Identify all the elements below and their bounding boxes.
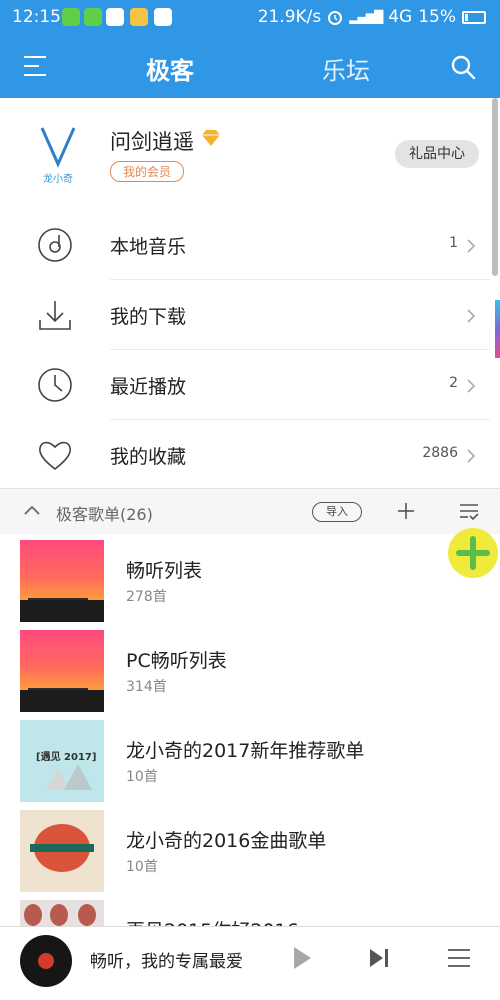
playlist-name: 龙小奇的2016金曲歌单 xyxy=(126,830,327,852)
chevron-right-icon xyxy=(467,309,476,323)
signal-icon: ▂▄▆█ xyxy=(349,10,383,24)
menu-item-local-music[interactable]: 本地音乐 1 xyxy=(0,210,490,280)
scrollbar[interactable] xyxy=(492,98,498,276)
chevron-up-icon[interactable] xyxy=(24,505,40,515)
playlist-section-title: 极客歌单(26) xyxy=(56,505,153,524)
menu-count: 2 xyxy=(449,375,458,391)
qq-icon xyxy=(154,8,172,26)
menu-icon[interactable] xyxy=(24,56,48,78)
playlist-list: 畅听列表 278首 PC畅听列表 314首 [遇见 2017] 龙小奇的2017… xyxy=(0,534,500,984)
edge-drawer-handle[interactable] xyxy=(495,300,500,358)
network-type: 4G xyxy=(388,7,413,27)
tab-forum[interactable]: 乐坛 xyxy=(322,51,370,86)
menu-item-downloads[interactable]: 我的下载 xyxy=(0,280,490,350)
menu-list: 本地音乐 1 我的下载 最近播放 2 我的收藏 2886 xyxy=(0,210,490,490)
status-bar: 12:15 21.9K/s ▂▄▆█ 4G 15% xyxy=(0,0,500,36)
playlist-count: 314首 xyxy=(126,679,167,695)
playlist-name: PC畅听列表 xyxy=(126,650,227,672)
playlist-name: 畅听列表 xyxy=(126,560,203,582)
menu-label: 本地音乐 xyxy=(110,236,187,258)
download-icon xyxy=(39,301,71,330)
clock-icon xyxy=(38,368,72,402)
menu-count: 2886 xyxy=(422,445,458,461)
chevron-right-icon xyxy=(467,379,476,393)
sort-list-icon[interactable] xyxy=(458,502,480,522)
playlist-count: 10首 xyxy=(126,769,158,785)
playlist-count: 278首 xyxy=(126,589,167,605)
playlist-name: 龙小奇的2017新年推荐歌单 xyxy=(126,740,365,762)
playlist-header: 极客歌单(26) 导入 xyxy=(0,488,500,534)
chevron-right-icon xyxy=(467,449,476,463)
sync-icon xyxy=(84,8,102,26)
network-speed: 21.9K/s xyxy=(257,7,322,27)
logo-icon xyxy=(40,127,76,168)
app-notification-icon xyxy=(130,8,148,26)
menu-count: 1 xyxy=(449,235,458,251)
alarm-icon xyxy=(328,11,343,25)
plus-icon[interactable] xyxy=(396,501,416,521)
import-button[interactable]: 导入 xyxy=(312,502,362,522)
profile-card[interactable]: 龙小奇 问剑逍遥 我的会员 礼品中心 xyxy=(0,98,490,210)
playlist-item[interactable]: PC畅听列表 314首 xyxy=(0,624,500,714)
avatar-caption: 龙小奇 xyxy=(43,174,73,185)
menu-label: 我的下载 xyxy=(110,306,187,328)
playlist-item[interactable]: [遇见 2017] 龙小奇的2017新年推荐歌单 10首 xyxy=(0,714,500,804)
search-icon[interactable] xyxy=(450,54,476,80)
playlist-queue-icon[interactable] xyxy=(446,945,472,971)
heart-icon xyxy=(39,441,71,471)
member-badge[interactable]: 我的会员 xyxy=(110,161,185,182)
disc-icon xyxy=(38,228,72,262)
mini-player[interactable]: 畅听，我的专属最爱 xyxy=(0,926,500,1000)
playlist-cover: [遇见 2017] xyxy=(20,720,104,802)
username: 问剑逍遥 xyxy=(110,130,194,154)
menu-item-favorites[interactable]: 我的收藏 2886 xyxy=(0,420,490,490)
now-playing-title: 畅听，我的专属最爱 xyxy=(90,952,243,972)
playlist-cover xyxy=(20,630,104,712)
add-playlist-fab[interactable] xyxy=(448,528,498,578)
playlist-cover xyxy=(20,540,104,622)
tab-geek[interactable]: 极客 xyxy=(146,51,194,86)
playlist-item[interactable]: 龙小奇的2016金曲歌单 10首 xyxy=(0,804,500,894)
cover-text: [遇见 2017] xyxy=(36,752,97,763)
play-icon[interactable] xyxy=(294,947,311,969)
status-right: 21.9K/s ▂▄▆█ 4G 15% xyxy=(258,7,486,27)
qq-icon xyxy=(106,8,124,26)
battery-icon xyxy=(462,10,486,24)
gift-center-button[interactable]: 礼品中心 xyxy=(395,140,479,168)
menu-label: 最近播放 xyxy=(110,376,187,398)
playlist-cover xyxy=(20,810,104,892)
menu-label: 我的收藏 xyxy=(110,446,187,468)
avatar[interactable]: 龙小奇 xyxy=(34,124,82,186)
app-bar: 极客 乐坛 xyxy=(0,36,500,98)
status-time: 12:15 xyxy=(12,7,61,27)
chevron-right-icon xyxy=(467,239,476,253)
playlist-item[interactable]: 畅听列表 278首 xyxy=(0,534,500,624)
playlist-count: 10首 xyxy=(126,859,158,875)
battery-level: 15% xyxy=(418,7,456,27)
vip-diamond-icon xyxy=(202,130,220,146)
menu-item-recent[interactable]: 最近播放 2 xyxy=(0,350,490,420)
wechat-icon xyxy=(62,8,80,26)
album-art[interactable] xyxy=(20,935,72,987)
next-icon[interactable] xyxy=(368,947,390,969)
